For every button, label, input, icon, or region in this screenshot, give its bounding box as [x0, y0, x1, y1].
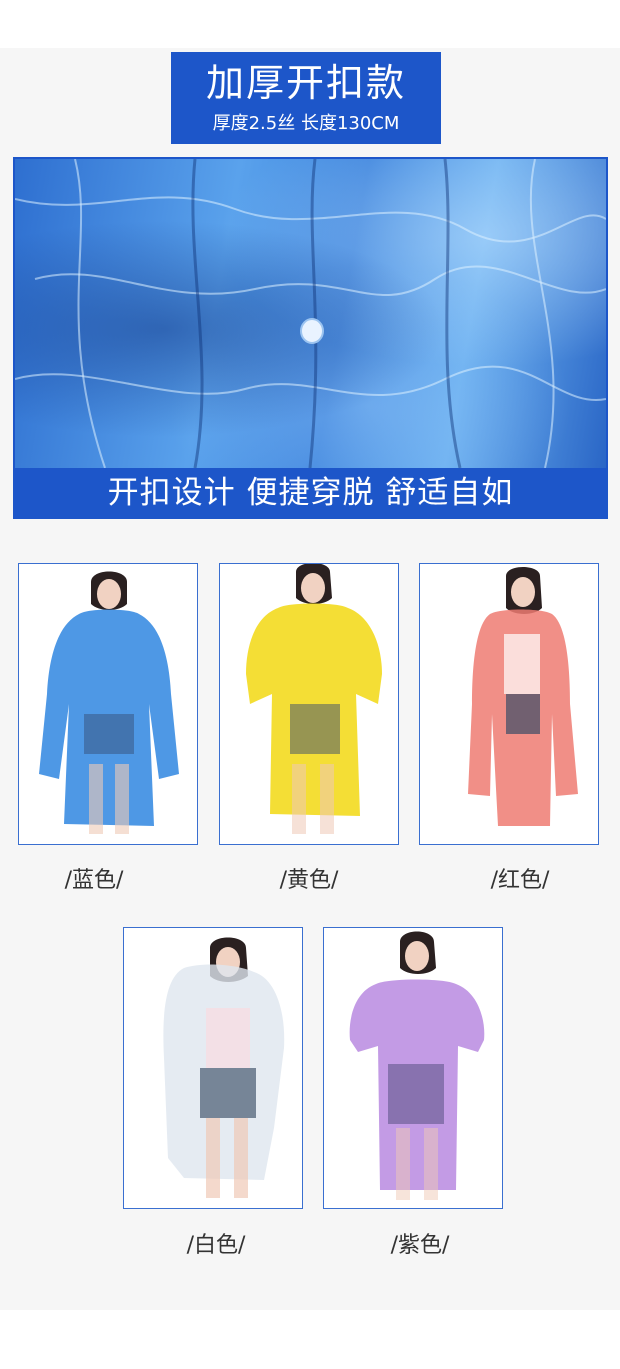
color-label-white: /白色/	[186, 1233, 246, 1258]
red-raincoat-image	[420, 564, 598, 844]
yellow-raincoat-image	[220, 564, 398, 844]
header-banner: 加厚开扣款 厚度2.5丝 长度130CM	[171, 52, 441, 144]
hero-caption: 开扣设计 便捷穿脱 舒适自如	[107, 475, 514, 511]
color-label-red: /红色/	[490, 868, 550, 893]
product-card-red[interactable]	[419, 563, 599, 845]
raincoat-closeup-image	[15, 159, 606, 468]
spec-subtitle: 厚度2.5丝 长度130CM	[212, 113, 400, 134]
product-card-purple[interactable]	[323, 927, 503, 1209]
color-label-yellow: /黄色/	[279, 868, 339, 893]
product-card-blue[interactable]	[18, 563, 198, 845]
page-title: 加厚开扣款	[205, 61, 406, 105]
white-raincoat-image	[124, 928, 302, 1208]
purple-raincoat-image	[324, 928, 502, 1208]
product-card-yellow[interactable]	[219, 563, 399, 845]
product-card-white[interactable]	[123, 927, 303, 1209]
hero-banner: 开扣设计 便捷穿脱 舒适自如	[13, 157, 608, 519]
blue-raincoat-image	[19, 564, 197, 844]
color-label-purple: /紫色/	[390, 1233, 450, 1258]
color-label-blue: /蓝色/	[64, 868, 124, 893]
